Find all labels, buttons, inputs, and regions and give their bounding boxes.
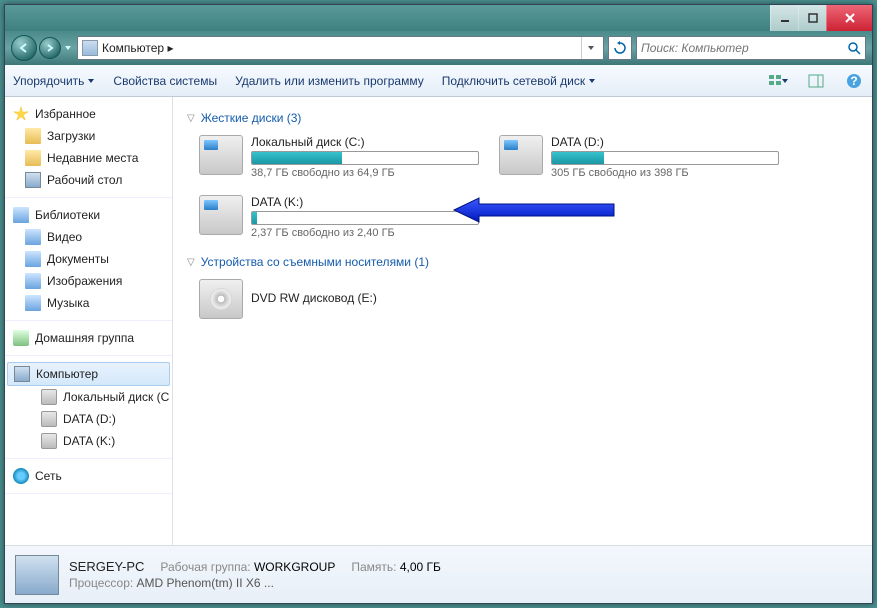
drive-icon <box>41 433 57 449</box>
back-button[interactable] <box>11 35 37 61</box>
homegroup-icon <box>13 330 29 346</box>
sidebar-item-music[interactable]: Музыка <box>5 292 172 314</box>
drive-item-k[interactable]: DATA (K:) 2,37 ГБ свободно из 2,40 ГБ <box>199 195 479 239</box>
libraries-header[interactable]: Библиотеки <box>5 204 172 226</box>
navigation-pane: Избранное Загрузки Недавние места Рабочи… <box>5 97 173 545</box>
computer-large-icon <box>15 555 59 595</box>
sidebar-item-downloads[interactable]: Загрузки <box>5 125 172 147</box>
maximize-button[interactable] <box>798 5 826 31</box>
video-icon <box>25 229 41 245</box>
network-icon <box>13 468 29 484</box>
sidebar-item-pictures[interactable]: Изображения <box>5 270 172 292</box>
address-bar[interactable]: Компьютер ▸ <box>77 36 604 60</box>
usage-bar <box>551 151 779 165</box>
sidebar-item-drive-k[interactable]: DATA (K:) <box>5 430 172 452</box>
hdd-icon <box>499 135 543 175</box>
refresh-button[interactable] <box>608 36 632 60</box>
computer-icon <box>14 366 30 382</box>
view-options-button[interactable] <box>768 71 788 91</box>
homegroup-header[interactable]: Домашняя группа <box>5 327 172 349</box>
hdd-icon <box>199 135 243 175</box>
star-icon <box>13 106 29 122</box>
usage-bar <box>251 211 479 225</box>
content-pane: ▽Жесткие диски (3) Локальный диск (C:) 3… <box>173 97 872 545</box>
sidebar-item-drive-c[interactable]: Локальный диск (C <box>5 386 172 408</box>
system-properties-button[interactable]: Свойства системы <box>113 74 217 88</box>
explorer-window: Компьютер ▸ Упорядочить Свойства системы… <box>4 4 873 604</box>
address-dropdown-icon[interactable] <box>581 37 599 59</box>
search-box[interactable] <box>636 36 866 60</box>
computer-name: SERGEY-PC <box>69 559 144 574</box>
collapse-icon: ▽ <box>187 257 195 268</box>
favorites-header[interactable]: Избранное <box>5 103 172 125</box>
minimize-button[interactable] <box>770 5 798 31</box>
drive-icon <box>41 411 57 427</box>
organize-menu[interactable]: Упорядочить <box>13 74 95 88</box>
help-button[interactable]: ? <box>844 71 864 91</box>
drive-item-c[interactable]: Локальный диск (C:) 38,7 ГБ свободно из … <box>199 135 479 179</box>
preview-pane-button[interactable] <box>806 71 826 91</box>
command-bar: Упорядочить Свойства системы Удалить или… <box>5 65 872 97</box>
music-icon <box>25 295 41 311</box>
search-icon <box>847 41 861 55</box>
drive-icon <box>41 389 57 405</box>
removable-section[interactable]: ▽Устройства со съемными носителями (1) <box>187 255 858 269</box>
collapse-icon: ▽ <box>187 113 195 124</box>
sidebar-item-recent[interactable]: Недавние места <box>5 147 172 169</box>
annotation-arrow-icon <box>449 195 619 225</box>
usage-bar <box>251 151 479 165</box>
breadcrumb[interactable]: Компьютер ▸ <box>102 41 577 55</box>
history-dropdown-icon[interactable] <box>63 43 73 53</box>
close-button[interactable] <box>826 5 872 31</box>
hdd-icon <box>199 195 243 235</box>
forward-button[interactable] <box>39 37 61 59</box>
map-network-drive-button[interactable]: Подключить сетевой диск <box>442 74 596 88</box>
library-icon <box>13 207 29 223</box>
computer-header[interactable]: Компьютер <box>7 362 170 386</box>
sidebar-item-desktop[interactable]: Рабочий стол <box>5 169 172 191</box>
navigation-bar: Компьютер ▸ <box>5 31 872 65</box>
picture-icon <box>25 273 41 289</box>
uninstall-program-button[interactable]: Удалить или изменить программу <box>235 74 424 88</box>
hard-drives-section[interactable]: ▽Жесткие диски (3) <box>187 111 858 125</box>
sidebar-item-drive-d[interactable]: DATA (D:) <box>5 408 172 430</box>
document-icon <box>25 251 41 267</box>
title-bar <box>5 5 872 31</box>
drive-item-dvd[interactable]: DVD RW дисковод (E:) <box>199 279 479 319</box>
network-header[interactable]: Сеть <box>5 465 172 487</box>
details-pane: SERGEY-PC Рабочая группа: WORKGROUP Памя… <box>5 545 872 603</box>
folder-icon <box>25 128 41 144</box>
desktop-icon <box>25 172 41 188</box>
dvd-icon <box>199 279 243 319</box>
search-input[interactable] <box>641 41 847 55</box>
window-controls <box>770 5 872 31</box>
computer-icon <box>82 40 98 56</box>
svg-text:?: ? <box>850 74 857 88</box>
folder-icon <box>25 150 41 166</box>
sidebar-item-documents[interactable]: Документы <box>5 248 172 270</box>
drive-item-d[interactable]: DATA (D:) 305 ГБ свободно из 398 ГБ <box>499 135 779 179</box>
sidebar-item-videos[interactable]: Видео <box>5 226 172 248</box>
